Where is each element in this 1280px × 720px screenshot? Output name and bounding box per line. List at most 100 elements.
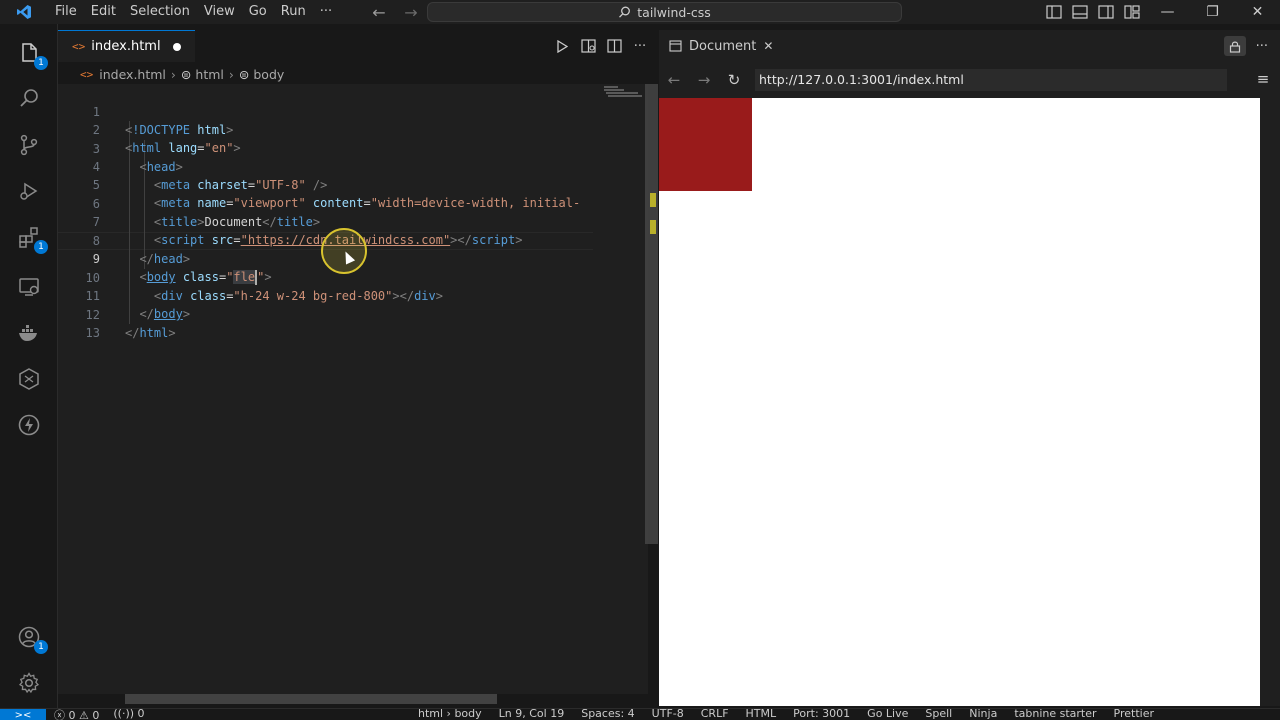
unsaved-dot-icon[interactable] (172, 42, 181, 51)
toggle-panel-icon[interactable] (1067, 0, 1093, 24)
extensions-badge: 1 (34, 240, 48, 254)
restore-icon[interactable]: ❐ (1190, 0, 1235, 24)
accounts-badge: 1 (34, 640, 48, 654)
thunder-client-icon[interactable] (14, 410, 44, 440)
browser-tab-bar: Document ✕ ··· (659, 30, 1280, 62)
remote-indicator-icon[interactable]: >< (0, 709, 46, 720)
symbol-icon: ⊜ (238, 66, 250, 82)
workspace-name: tailwind-css (637, 4, 711, 20)
toggle-primary-sidebar-icon[interactable] (1041, 0, 1067, 24)
code-line: 5 <meta name="viewport" content="width=d… (58, 158, 598, 210)
chevron-right-icon: › (228, 66, 234, 82)
ports-indicator[interactable]: ((·)) 0 (113, 709, 144, 720)
menu-edit[interactable]: Edit (84, 0, 123, 24)
breadcrumb-html[interactable]: html (195, 67, 223, 82)
editor-actions: ··· (554, 30, 648, 62)
menu-bar: File Edit Selection View Go Run ··· (48, 0, 339, 24)
status-breadcrumb[interactable]: html › body (418, 709, 482, 720)
code-line: 3 <head> (58, 122, 598, 174)
title-right-controls: — ❐ ✕ (1041, 0, 1280, 24)
tab-document[interactable]: Document ✕ (659, 30, 784, 62)
browser-preview: Document ✕ ··· ← → ↻ http://127.0.0.1:30… (659, 30, 1280, 706)
cursor-position[interactable]: Ln 9, Col 19 (499, 709, 565, 720)
menu-more[interactable]: ··· (313, 0, 339, 24)
forward-arrow-icon[interactable]: → (400, 1, 422, 23)
change-marker (650, 193, 656, 207)
hamburger-menu-icon[interactable]: ≡ (1254, 70, 1272, 88)
line-ending[interactable]: CRLF (701, 709, 729, 720)
problems-indicator[interactable]: ⓧ 0 ⚠ 0 (54, 709, 99, 720)
port-indicator[interactable]: Port: 3001 (793, 709, 850, 720)
vscode-logo-icon (0, 0, 48, 24)
browser-toolbar: ← → ↻ http://127.0.0.1:3001/index.html ≡ (659, 66, 1280, 94)
menu-run[interactable]: Run (274, 0, 313, 24)
code-line: 7 <script src="https://cdn.tailwindcss.c… (58, 195, 598, 247)
page-viewport (659, 98, 1260, 706)
browser-page-icon (669, 40, 682, 52)
activity-bar: 1 1 1 (0, 24, 58, 708)
close-window-icon[interactable]: ✕ (1235, 0, 1280, 24)
horizontal-scrollbar[interactable] (125, 694, 497, 704)
remote-explorer-icon[interactable] (14, 272, 44, 302)
indentation[interactable]: Spaces: 4 (581, 709, 634, 720)
live-share-icon[interactable] (14, 364, 44, 394)
back-arrow-icon[interactable]: ← (368, 1, 390, 23)
accounts-icon[interactable]: 1 (14, 622, 48, 654)
browser-back-icon[interactable]: ← (659, 66, 689, 94)
tab-index-html[interactable]: <> index.html (58, 30, 195, 62)
split-editor-icon[interactable] (606, 38, 622, 54)
prettier-indicator[interactable]: Prettier (1114, 709, 1154, 720)
menu-selection[interactable]: Selection (123, 0, 197, 24)
customize-layout-icon[interactable] (1119, 0, 1145, 24)
explorer-icon[interactable]: 1 (14, 38, 48, 70)
lock-icon[interactable] (1223, 36, 1246, 56)
chevron-right-icon: › (170, 66, 176, 82)
run-debug-icon[interactable] (14, 176, 44, 206)
run-play-icon[interactable] (554, 38, 570, 54)
close-tab-icon[interactable]: ✕ (763, 39, 773, 53)
minimize-icon[interactable]: — (1145, 0, 1190, 24)
vertical-scrollbar[interactable] (645, 84, 658, 544)
code-editor[interactable]: 1 <!DOCTYPE html> 2 <html lang="en"> 3 <… (58, 84, 598, 694)
more-actions-icon[interactable]: ··· (1256, 39, 1268, 54)
editor-tab-bar: <> index.html ··· (58, 30, 658, 62)
symbol-icon: ⊜ (180, 66, 192, 82)
menu-file[interactable]: File (48, 0, 84, 24)
status-right: html › body Ln 9, Col 19 Spaces: 4 UTF-8… (418, 709, 1154, 720)
code-line: 4 <meta charset="UTF-8" /> (58, 140, 598, 192)
source-control-icon[interactable] (14, 130, 44, 160)
docker-icon[interactable] (14, 318, 44, 348)
breadcrumb-body[interactable]: body (253, 67, 284, 82)
extensions-icon[interactable]: 1 (14, 222, 48, 254)
reload-icon[interactable]: ↻ (719, 66, 749, 94)
manage-gear-icon[interactable] (14, 668, 44, 698)
toggle-secondary-sidebar-icon[interactable] (1093, 0, 1119, 24)
menu-go[interactable]: Go (242, 0, 274, 24)
history-nav: ← → (368, 0, 422, 24)
breadcrumb-file[interactable]: index.html (99, 67, 166, 82)
menu-view[interactable]: View (197, 0, 242, 24)
minimap[interactable] (598, 84, 648, 694)
breadcrumb: <> index.html › ⊜ html › ⊜ body (58, 64, 658, 84)
code-line: 1 <!DOCTYPE html> (58, 85, 598, 137)
search-view-icon[interactable] (14, 84, 44, 114)
url-bar[interactable]: http://127.0.0.1:3001/index.html (755, 69, 1227, 91)
encoding[interactable]: UTF-8 (652, 709, 684, 720)
language-mode[interactable]: HTML (746, 709, 777, 720)
red-square (659, 98, 752, 191)
browser-forward-icon[interactable]: → (689, 66, 719, 94)
search-icon (619, 6, 631, 18)
go-live-button[interactable]: Go Live (867, 709, 908, 720)
change-marker (650, 220, 656, 234)
status-left: ⓧ 0 ⚠ 0 ((·)) 0 (54, 709, 145, 720)
status-bar: >< ⓧ 0 ⚠ 0 ((·)) 0 html › body Ln 9, Col… (0, 708, 1280, 720)
ninja-indicator[interactable]: Ninja (969, 709, 997, 720)
spell-indicator[interactable]: Spell (925, 709, 952, 720)
tab-label: index.html (91, 39, 161, 54)
command-center[interactable]: tailwind-css (427, 2, 902, 22)
open-preview-icon[interactable] (580, 38, 596, 54)
code-line: 8 </head> (58, 214, 598, 266)
title-bar: File Edit Selection View Go Run ··· ← → … (0, 0, 1280, 24)
more-actions-icon[interactable]: ··· (632, 38, 648, 54)
tabnine-indicator[interactable]: tabnine starter (1014, 709, 1096, 720)
